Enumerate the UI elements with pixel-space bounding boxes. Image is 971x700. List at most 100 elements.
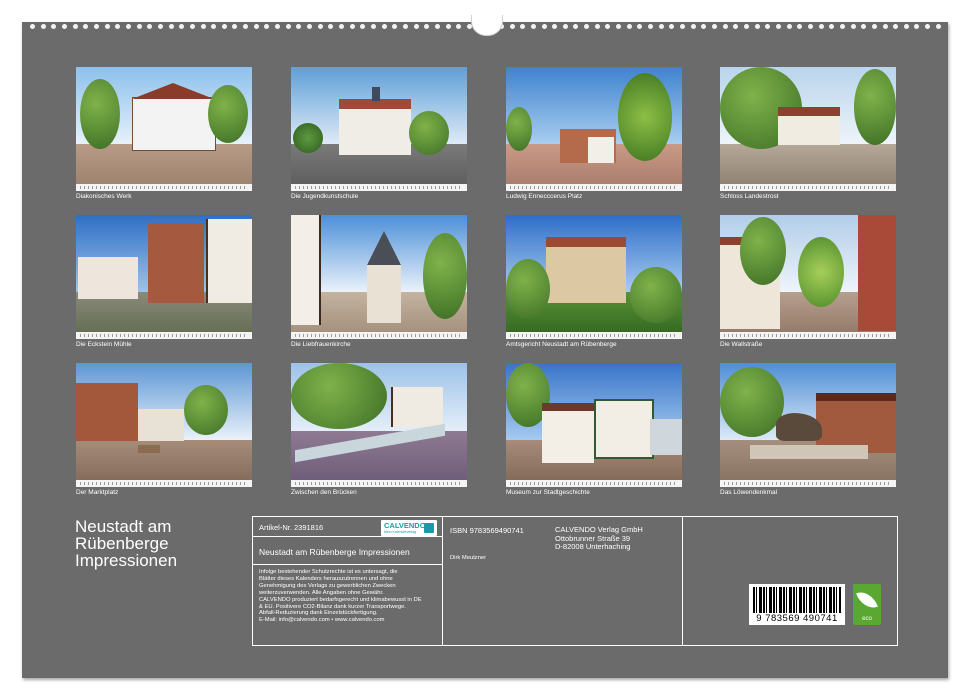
binding-ring [232, 23, 238, 29]
binding-ring [594, 23, 600, 29]
binding-ring [818, 23, 824, 29]
binding-ring [658, 23, 664, 29]
calvendo-mark-icon [424, 523, 434, 533]
photo-loewendenkmal[interactable] [720, 363, 896, 487]
binding-ring [562, 23, 568, 29]
photo-caption: Die Liebfrauenkirche [291, 341, 351, 348]
binding-ring [775, 23, 781, 29]
photo-caption: Schloss Landestrost [720, 193, 779, 200]
legal-text: Infolge bestehender Schutzrechte ist es … [259, 569, 422, 624]
binding-ring [925, 23, 931, 29]
product-info-panel: Artikel-Nr. 2391816 CALVENDO Mein Kalend… [252, 516, 898, 646]
binding-ring [83, 23, 89, 29]
author: Dirk Meutzner [450, 555, 487, 561]
binding-ring [669, 23, 675, 29]
legal-line: & EU. Positivere CO2-Bilanz dank kurzer … [259, 603, 406, 610]
binding-ring [839, 23, 845, 29]
binding-ring [200, 23, 206, 29]
binding-ring [626, 23, 632, 29]
binding-ring [402, 23, 408, 29]
divider [253, 536, 443, 537]
isbn: ISBN 9783569490741 [450, 526, 524, 535]
binding-ring [743, 23, 749, 29]
photo-eckstein-muehle[interactable] [76, 215, 252, 339]
photo-museum-stadtgeschichte[interactable] [506, 363, 682, 487]
photo-zwischen-den-bruecken[interactable] [291, 363, 467, 487]
photo-jugendkunstschule[interactable] [291, 67, 467, 191]
binding-ring [360, 23, 366, 29]
isbn-barcode: 9 783569 490741 [749, 584, 845, 625]
binding-ring [30, 23, 35, 29]
photo-caption: Amtsgericht Neustadt am Rübenberge [506, 341, 617, 348]
binding-ring [328, 23, 334, 29]
binding-ring [189, 23, 195, 29]
binding-ring [541, 23, 547, 29]
photo-caption: Die Eckstein Mühle [76, 341, 132, 348]
photo-liebfrauenkirche[interactable] [291, 215, 467, 339]
binding-ring [125, 23, 131, 29]
cover-title-line: Impressionen [75, 551, 178, 570]
divider [682, 517, 683, 645]
binding-ring [903, 23, 909, 29]
binding-ring [253, 23, 259, 29]
binding-ring [648, 23, 654, 29]
photo-caption: Die Wallstraße [720, 341, 763, 348]
binding-ring [211, 23, 217, 29]
photo-wallstrasse[interactable] [720, 215, 896, 339]
binding-ring [424, 23, 430, 29]
binding-ring [807, 23, 813, 29]
logo-subtitle: Mein Kalenderverlag [384, 530, 417, 534]
photo-ennecccerus-platz[interactable] [506, 67, 682, 191]
binding-ring [701, 23, 707, 29]
cover-title-line: Neustadt am [75, 517, 172, 536]
binding-ring [893, 23, 899, 29]
binding-ring [935, 23, 941, 29]
cover-title-line: Rübenberge [75, 534, 169, 553]
photo-caption: Das Löwendenkmal [720, 489, 778, 496]
photo-schloss-landestrost[interactable] [720, 67, 896, 191]
binding-ring [115, 23, 121, 29]
binding-ring [104, 23, 110, 29]
photo-caption: Ludwig Ennecccerus Platz [506, 193, 583, 200]
binding-ring [434, 23, 440, 29]
binding-ring [530, 23, 536, 29]
barcode-number: 9 783569 490741 [756, 613, 838, 624]
binding-ring [754, 23, 760, 29]
binding-ring [317, 23, 323, 29]
binding-ring [307, 23, 313, 29]
legal-line: Infolge bestehender Schutzrechte ist es … [259, 569, 398, 575]
binding-ring [221, 23, 227, 29]
binding-ring [722, 23, 728, 29]
binding-ring [157, 23, 163, 29]
cover-title: Neustadt am Rübenberge Impressionen [75, 518, 235, 569]
binding-ring [637, 23, 643, 29]
binding-ring [797, 23, 803, 29]
legal-line: Genehmigung des Verlags zu gewerblichen … [259, 582, 396, 589]
photo-caption: Die Jugendkunstschule [291, 193, 359, 200]
binding-ring [93, 23, 99, 29]
binding-ring [573, 23, 579, 29]
article-number: Artikel-Nr. 2391816 [259, 523, 324, 532]
binding-ring [786, 23, 792, 29]
binding-ring [61, 23, 67, 29]
binding-ring [147, 23, 153, 29]
binding-ring [605, 23, 611, 29]
photo-diakonisches-werk[interactable] [76, 67, 252, 191]
photo-caption: Der Marktplatz [76, 489, 119, 496]
binding-ring [339, 23, 345, 29]
publisher-address: CALVENDO Verlag GmbH Ottobrunner Straße … [555, 525, 643, 552]
eco-label: eco [862, 616, 872, 622]
binding-ring [285, 23, 291, 29]
binding-ring [40, 23, 46, 29]
legal-line: weiterzuverwenden. Alle Angaben ohne Gew… [259, 589, 384, 596]
binding-ring [51, 23, 57, 29]
binding-ring [829, 23, 835, 29]
photo-marktplatz[interactable] [76, 363, 252, 487]
binding-ring [733, 23, 739, 29]
calvendo-logo: CALVENDO Mein Kalenderverlag [381, 520, 437, 536]
leaf-icon [856, 587, 878, 613]
binding-ring [275, 23, 281, 29]
product-title: Neustadt am Rübenberge Impressionen [259, 547, 410, 557]
binding-ring [392, 23, 398, 29]
photo-amtsgericht[interactable] [506, 215, 682, 339]
